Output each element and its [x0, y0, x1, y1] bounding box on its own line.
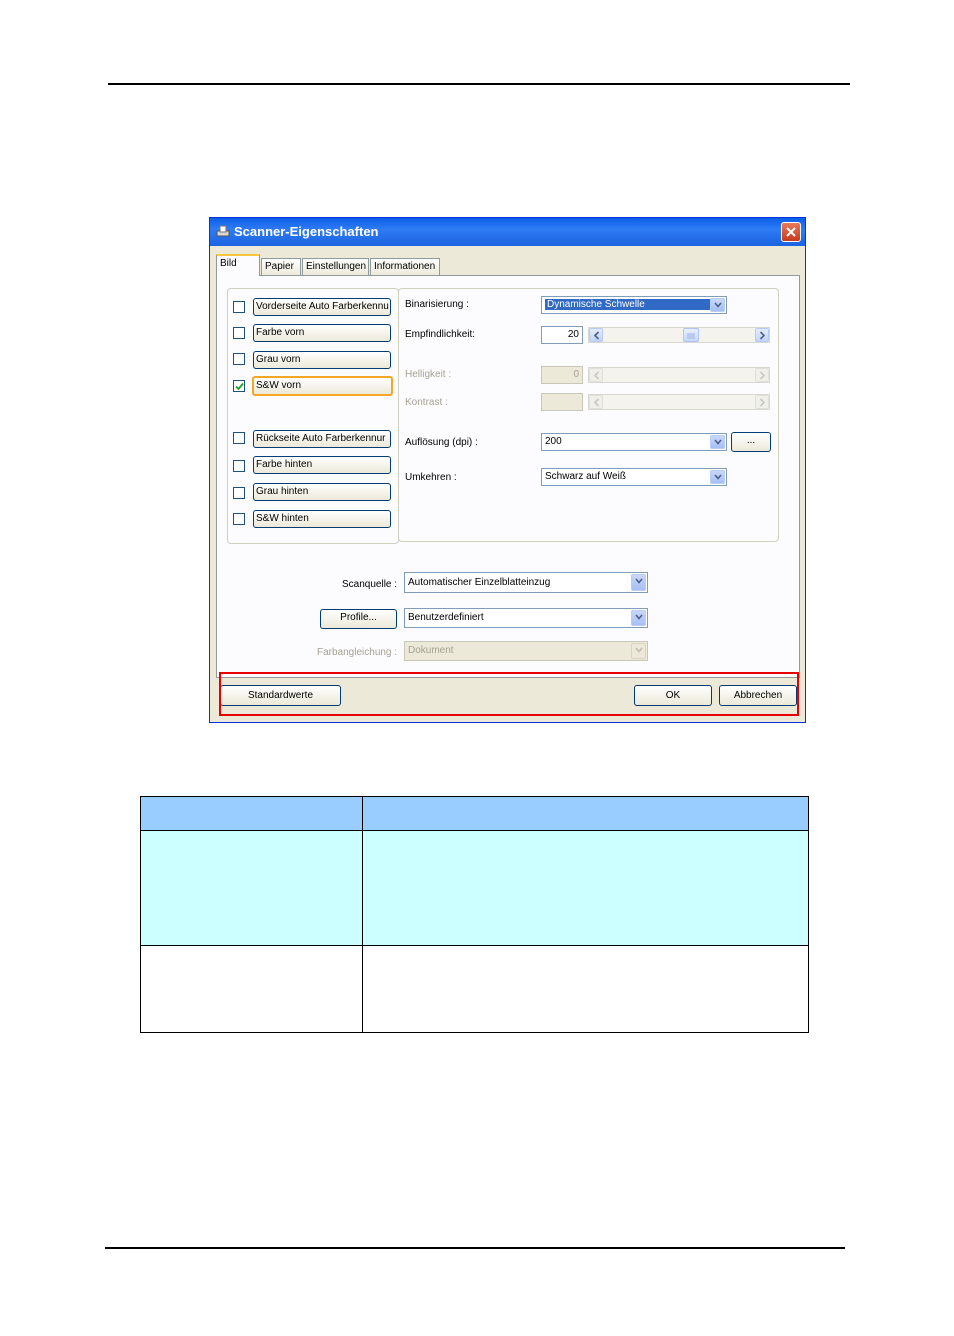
- profile-button[interactable]: Profile...: [320, 609, 397, 629]
- sensitivity-label: Empfindlichkeit:: [405, 329, 476, 340]
- color-match-dropdown: [631, 643, 646, 659]
- slider-left-arrow: [589, 395, 603, 409]
- chevron-down-icon: [714, 474, 722, 480]
- chevron-right-icon: [759, 331, 766, 340]
- invert-dropdown[interactable]: [710, 470, 725, 484]
- chevron-left-icon: [593, 331, 600, 340]
- tab-informationen[interactable]: Informationen: [370, 258, 440, 276]
- brightness-value: 0: [541, 366, 583, 384]
- button-grau-hinten[interactable]: Grau hinten: [253, 483, 391, 501]
- slider-left-arrow[interactable]: [589, 328, 603, 342]
- bild-tab-panel: Vorderseite Auto Farberkennu Farbe vorn …: [216, 275, 800, 678]
- button-farbe-vorn[interactable]: Farbe vorn: [253, 324, 391, 342]
- color-match-label: Farbangleichung :: [317, 647, 398, 658]
- contrast-value: [541, 393, 583, 411]
- binarization-select[interactable]: Dynamische Schwelle: [541, 296, 727, 314]
- slider-thumb[interactable]: [683, 328, 699, 342]
- sensitivity-slider[interactable]: [588, 327, 770, 343]
- binarization-dropdown[interactable]: [710, 298, 725, 312]
- tab-papier[interactable]: Papier: [261, 258, 301, 276]
- window-title: Scanner-Eigenschaften: [234, 224, 379, 239]
- chevron-left-icon: [593, 398, 600, 407]
- resolution-dropdown[interactable]: [710, 435, 725, 449]
- grip-icon: [687, 333, 695, 339]
- binarization-label: Binarisierung :: [405, 299, 469, 310]
- top-rule: [108, 83, 850, 85]
- button-vorderseite-auto[interactable]: Vorderseite Auto Farberkennu: [253, 298, 391, 316]
- binarization-value: Dynamische Schwelle: [545, 299, 721, 310]
- profile-value: Benutzerdefiniert: [408, 612, 484, 623]
- scan-source-select[interactable]: Automatischer Einzelblatteinzug: [404, 572, 648, 593]
- color-match-select: Dokument: [404, 641, 648, 661]
- table-cell: [362, 945, 809, 1033]
- profile-select[interactable]: Benutzerdefiniert: [404, 608, 648, 628]
- chevron-down-icon: [635, 614, 643, 620]
- slider-right-arrow: [755, 368, 769, 382]
- bottom-rule: [105, 1247, 845, 1249]
- resolution-more-button[interactable]: ...: [731, 432, 771, 452]
- resolution-value: 200: [545, 436, 562, 447]
- scan-source-value: Automatischer Einzelblatteinzug: [408, 577, 551, 588]
- close-button[interactable]: [781, 222, 801, 242]
- brightness-slider: [588, 367, 770, 383]
- scan-source-dropdown[interactable]: [631, 574, 646, 591]
- sensitivity-value[interactable]: 20: [541, 326, 583, 344]
- close-icon: [786, 227, 796, 237]
- scan-source-label: Scanquelle :: [342, 579, 398, 590]
- resolution-select[interactable]: 200: [541, 433, 727, 451]
- profile-dropdown[interactable]: [631, 610, 646, 626]
- invert-label: Umkehren :: [405, 472, 457, 483]
- button-sw-vorn[interactable]: S&W vorn: [252, 376, 393, 396]
- checkbox-vorderseite-auto[interactable]: [233, 301, 245, 313]
- table-header-row: [140, 796, 809, 831]
- table-cell: [140, 945, 363, 1033]
- table-row: [140, 830, 809, 946]
- slider-left-arrow: [589, 368, 603, 382]
- scanner-icon: [216, 225, 230, 237]
- button-sw-hinten[interactable]: S&W hinten: [253, 510, 391, 528]
- table-row: [140, 945, 809, 1033]
- description-table: [140, 796, 809, 1033]
- button-grau-vorn[interactable]: Grau vorn: [253, 351, 391, 369]
- brightness-label: Helligkeit :: [405, 369, 452, 380]
- checkbox-farbe-vorn[interactable]: [233, 327, 245, 339]
- chevron-down-icon: [635, 578, 643, 584]
- checkbox-farbe-hinten[interactable]: [233, 460, 245, 472]
- title-bar[interactable]: Scanner-Eigenschaften: [210, 218, 805, 246]
- resolution-label: Auflösung (dpi) :: [405, 437, 478, 448]
- highlight-box: [219, 672, 799, 716]
- tab-einstellungen[interactable]: Einstellungen: [302, 258, 369, 276]
- color-match-value: Dokument: [408, 645, 454, 656]
- checkbox-rueckseite-auto[interactable]: [233, 432, 245, 444]
- chevron-right-icon: [759, 398, 766, 407]
- invert-value: Schwarz auf Weiß: [545, 471, 626, 482]
- invert-select[interactable]: Schwarz auf Weiß: [541, 468, 727, 486]
- slider-right-arrow[interactable]: [755, 328, 769, 342]
- contrast-label: Kontrast :: [405, 397, 448, 408]
- table-cell: [362, 830, 809, 946]
- table-header-cell: [362, 796, 809, 831]
- button-rueckseite-auto[interactable]: Rückseite Auto Farberkennur: [253, 430, 391, 448]
- image-type-group: Vorderseite Auto Farberkennu Farbe vorn …: [227, 288, 399, 544]
- chevron-down-icon: [714, 302, 722, 308]
- checkmark-icon: [235, 382, 244, 391]
- slider-right-arrow: [755, 395, 769, 409]
- contrast-slider: [588, 394, 770, 410]
- chevron-down-icon: [635, 647, 643, 653]
- checkbox-sw-hinten[interactable]: [233, 513, 245, 525]
- checkbox-grau-hinten[interactable]: [233, 487, 245, 499]
- tab-bild[interactable]: Bild: [216, 254, 260, 276]
- table-header-cell: [140, 796, 363, 831]
- chevron-down-icon: [714, 439, 722, 445]
- checkbox-grau-vorn[interactable]: [233, 353, 245, 365]
- chevron-left-icon: [593, 371, 600, 380]
- table-cell: [140, 830, 363, 946]
- scanner-properties-window: Scanner-Eigenschaften Bild Papier Einste…: [209, 217, 806, 723]
- image-settings-group: Binarisierung : Dynamische Schwelle Empf…: [398, 288, 779, 542]
- checkbox-sw-vorn[interactable]: [233, 380, 245, 392]
- chevron-right-icon: [759, 371, 766, 380]
- button-farbe-hinten[interactable]: Farbe hinten: [253, 456, 391, 474]
